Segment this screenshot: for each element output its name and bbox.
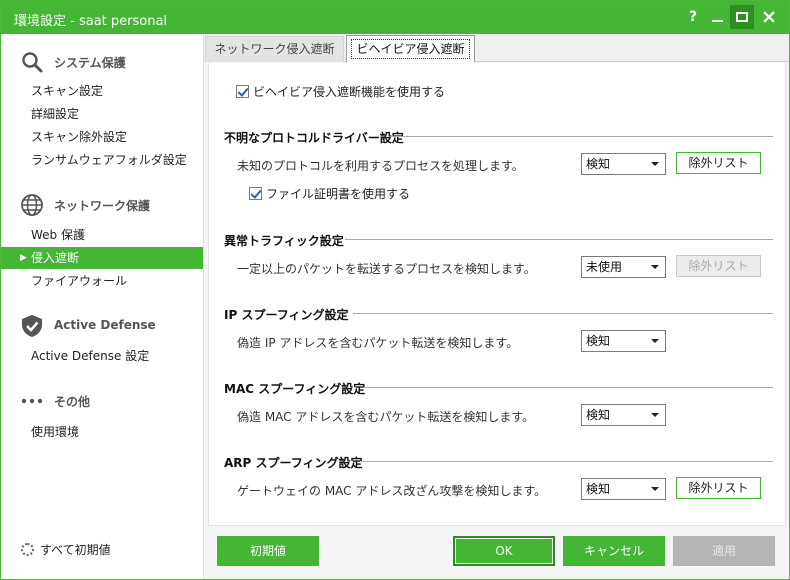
globe-icon — [21, 194, 43, 216]
tab-label: ビヘイビア侵入遮断 — [351, 39, 470, 59]
select-value: 検知 — [586, 334, 611, 348]
group-title-mac-spoofing: MAC スプーフィング設定 — [224, 382, 366, 396]
select-arp-spoofing[interactable]: 検知 — [581, 478, 666, 500]
use-file-certificate-checkbox[interactable]: ファイル証明書を使用する — [249, 185, 410, 202]
select-value: 検知 — [586, 157, 611, 171]
divider — [363, 387, 773, 388]
select-mac-spoofing[interactable]: 検知 — [581, 404, 666, 426]
help-button[interactable]: ? — [681, 5, 705, 29]
sidebar-item-web-protection[interactable]: Web 保護 — [1, 224, 203, 246]
close-button[interactable] — [757, 5, 781, 29]
title-bar: 環境設定 - saat personal ? — [1, 1, 789, 34]
maximize-button[interactable] — [730, 5, 754, 29]
sidebar-item-scan-settings[interactable]: スキャン設定 — [1, 80, 203, 102]
cancel-button[interactable]: キャンセル — [563, 536, 665, 566]
desc-mac-spoofing: 偽造 MAC アドレスを含むパケット転送を検知します。 — [237, 410, 535, 424]
desc-abnormal-traffic: 一定以上のパケットを転送するプロセスを検知します。 — [237, 262, 536, 276]
caret-right-icon: ▶ — [20, 253, 27, 263]
enable-behavior-checkbox[interactable]: ビヘイビア侵入遮断機能を使用する — [236, 83, 445, 100]
window-title: 環境設定 - saat personal — [14, 14, 168, 29]
select-ip-spoofing[interactable]: 検知 — [581, 330, 666, 352]
section-active-defense: Active Defense — [1, 311, 204, 341]
checkbox-box — [249, 187, 262, 200]
checkbox-label: ビヘイビア侵入遮断機能を使用する — [253, 85, 446, 99]
sidebar-item-firewall[interactable]: ファイアウォール — [1, 270, 203, 292]
section-network-protection: ネットワーク保護 — [1, 190, 204, 220]
section-label: ネットワーク保護 — [54, 199, 151, 213]
select-value: 検知 — [586, 482, 611, 496]
group-title-ip-spoofing: IP スプーフィング設定 — [224, 308, 349, 322]
maximize-icon — [736, 12, 748, 22]
main-content: ネットワーク侵入遮断 ビヘイビア侵入遮断 ビヘイビア侵入遮断機能を使用する 不明… — [204, 34, 789, 579]
behavior-intrusion-panel: ビヘイビア侵入遮断機能を使用する 不明なプロトコルドライバー設定 未知のプロトコ… — [208, 63, 786, 526]
checkbox-box — [236, 85, 249, 98]
exclude-list-button-arp-spoofing[interactable]: 除外リスト — [676, 477, 761, 499]
desc-ip-spoofing: 偽造 IP アドレスを含むパケット転送を検知します。 — [237, 336, 519, 350]
select-abnormal-traffic[interactable]: 未使用 — [581, 256, 666, 278]
sidebar-item-advanced-settings[interactable]: 詳細設定 — [1, 103, 203, 125]
divider — [391, 136, 773, 137]
tab-bar: ネットワーク侵入遮断 ビヘイビア侵入遮断 — [204, 34, 789, 63]
dropdown-arrow-icon — [651, 487, 659, 491]
sidebar-item-scan-exclusions[interactable]: スキャン除外設定 — [1, 126, 203, 148]
tab-behavior-intrusion[interactable]: ビヘイビア侵入遮断 — [346, 35, 475, 63]
magnifier-icon — [22, 52, 43, 73]
select-value: 未使用 — [586, 260, 623, 274]
minimize-button[interactable] — [705, 5, 729, 29]
desc-arp-spoofing: ゲートウェイの MAC アドレス改ざん攻撃を検知します。 — [237, 484, 547, 498]
sidebar-item-usage-environment[interactable]: 使用環境 — [1, 421, 203, 443]
minimize-icon — [711, 20, 723, 22]
sidebar: システム保護 スキャン設定 詳細設定 スキャン除外設定 ランサムウェアフォルダ設… — [1, 34, 204, 579]
default-button[interactable]: 初期値 — [217, 536, 319, 566]
tab-network-intrusion[interactable]: ネットワーク侵入遮断 — [205, 36, 344, 62]
group-title-unknown-protocol: 不明なプロトコルドライバー設定 — [224, 131, 404, 145]
ok-button[interactable]: OK — [453, 536, 555, 566]
exclude-list-button-unknown-protocol[interactable]: 除外リスト — [676, 152, 761, 174]
section-other: その他 — [1, 386, 204, 416]
select-value: 検知 — [586, 408, 611, 422]
reset-spinner-icon — [21, 543, 34, 556]
group-title-arp-spoofing: ARP スプーフィング設定 — [224, 456, 363, 470]
reset-all-label: すべて初期値 — [40, 543, 111, 557]
divider — [353, 313, 773, 314]
more-dots-icon — [21, 398, 43, 404]
dropdown-arrow-icon — [651, 265, 659, 269]
dropdown-arrow-icon — [651, 339, 659, 343]
sidebar-item-active-defense-settings[interactable]: Active Defense 設定 — [1, 345, 203, 367]
section-label: Active Defense — [54, 318, 156, 332]
desc-unknown-protocol: 未知のプロトコルを利用するプロセスを処理します。 — [237, 159, 524, 173]
apply-button[interactable]: 適用 — [673, 536, 775, 566]
section-label: システム保護 — [54, 56, 126, 70]
close-icon — [763, 11, 775, 23]
select-unknown-protocol[interactable]: 検知 — [581, 153, 666, 175]
checkbox-label: ファイル証明書を使用する — [266, 187, 411, 201]
divider — [345, 239, 773, 240]
shield-check-icon — [22, 315, 42, 337]
sidebar-item-ransomware-folders[interactable]: ランサムウェアフォルダ設定 — [1, 149, 203, 171]
dropdown-arrow-icon — [651, 162, 659, 166]
sidebar-item-intrusion-blocking[interactable]: ▶ 侵入遮断 — [1, 247, 203, 269]
dropdown-arrow-icon — [651, 413, 659, 417]
reset-all-link[interactable]: すべて初期値 — [21, 541, 111, 558]
divider — [361, 461, 773, 462]
exclude-list-button-abnormal-traffic[interactable]: 除外リスト — [676, 255, 761, 277]
sidebar-item-label: 侵入遮断 — [31, 251, 80, 265]
section-system-protection: システム保護 — [1, 47, 204, 77]
group-title-abnormal-traffic: 異常トラフィック設定 — [224, 234, 344, 248]
settings-window: 環境設定 - saat personal ? システム保護 スキャン設定 詳細設… — [0, 0, 790, 580]
section-label: その他 — [54, 395, 91, 409]
